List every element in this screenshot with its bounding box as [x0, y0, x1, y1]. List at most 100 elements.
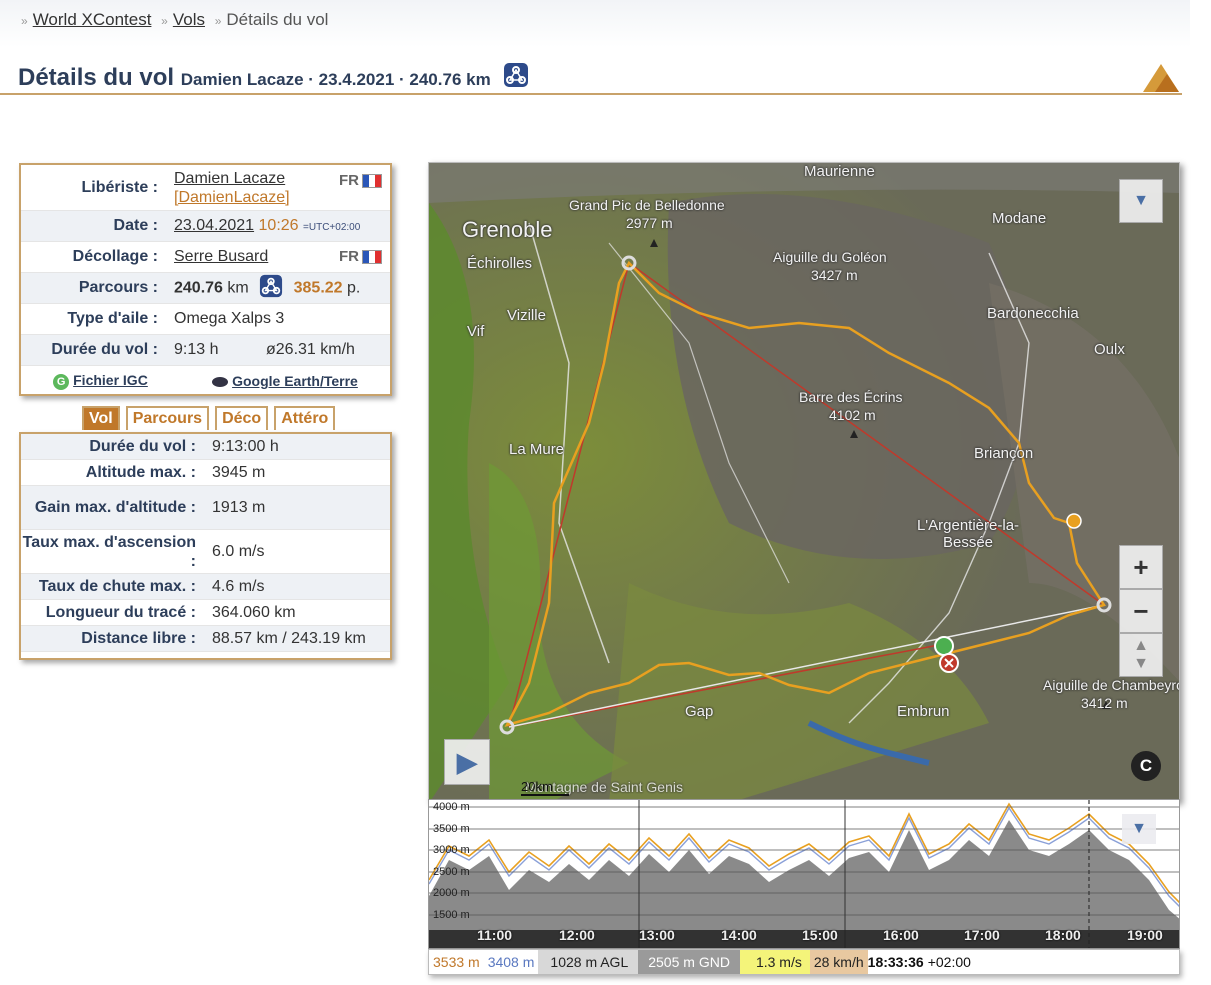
- zoom-in-button[interactable]: +: [1119, 545, 1163, 589]
- stat-row: Taux max. d'ascension : 6.0 m/s: [21, 530, 390, 574]
- map-place: Aiguille de Chambeyron: [1043, 677, 1180, 693]
- map-place: Barre des Écrins: [799, 389, 903, 405]
- map-place: Vif: [467, 323, 485, 340]
- play-icon: ▶: [457, 746, 477, 777]
- altitude-agl: 1028 m AGL: [538, 950, 639, 974]
- alt-axis-label: 4000 m: [433, 801, 470, 813]
- flat-triangle-icon[interactable]: [259, 274, 283, 303]
- stat-row: Durée du vol : 9:13:00 h: [21, 434, 390, 460]
- stat-label: Durée du vol :: [89, 438, 196, 455]
- play-button[interactable]: ▶: [444, 739, 490, 785]
- page-title: Détails du vol Damien Lacaze · 23.4.2021…: [18, 62, 529, 95]
- flat-triangle-icon[interactable]: [503, 62, 529, 95]
- stat-value: 364.060 km: [212, 603, 296, 621]
- status-bar: 3533 m 3408 m 1028 m AGL 2505 m GND 1.3 …: [428, 949, 1180, 975]
- stat-row: Longueur du tracé : 364.060 km: [21, 600, 390, 626]
- igc-file-icon: G: [53, 373, 70, 390]
- map-place: Briançon: [974, 445, 1034, 462]
- stat-label: Gain max. d'altitude :: [34, 499, 196, 516]
- ground-altitude: 2505 m GND: [638, 950, 740, 974]
- alt-axis-label: 3000 m: [433, 844, 470, 856]
- france-flag-icon: [362, 173, 382, 188]
- stat-label: Taux max. d'ascension :: [22, 533, 196, 570]
- launch-time: 10:26: [258, 217, 299, 234]
- tab-vol[interactable]: Vol: [82, 406, 120, 430]
- tab-attero[interactable]: Attéro: [274, 406, 336, 430]
- google-earth-link[interactable]: Google Earth/Terre: [232, 373, 358, 389]
- launch-country: FR: [339, 248, 382, 265]
- glider-value: Omega Xalps 3: [174, 310, 285, 327]
- chevron-down-icon: ▼: [1133, 192, 1149, 209]
- time-axis-label: 13:00: [639, 927, 675, 943]
- utc-offset: =UTC+02:00: [303, 222, 361, 233]
- stat-row: Altitude max. : 3945 m: [21, 460, 390, 486]
- map-place: 3412 m: [1081, 695, 1128, 711]
- altitude-profile[interactable]: 4000 m 3500 m 3000 m 2500 m 2000 m 1500 …: [428, 799, 1180, 949]
- map-place: 4102 m: [829, 407, 876, 423]
- page-title-main: Détails du vol: [18, 63, 175, 91]
- vario-rate: 1.3 m/s: [739, 950, 810, 974]
- igc-file-link[interactable]: Fichier IGC: [73, 372, 148, 388]
- map-scale: 20km: [521, 779, 569, 796]
- alt-axis-label: 2000 m: [433, 887, 470, 899]
- map-place: Embrun: [897, 703, 950, 720]
- google-earth-icon: [212, 377, 229, 388]
- time-axis-label: 16:00: [883, 927, 919, 943]
- stat-row: Gain max. d'altitude : 1913 m: [21, 486, 390, 530]
- zoom-out-button[interactable]: −: [1119, 589, 1163, 633]
- stats-tabs: Vol Parcours Déco Attéro: [82, 406, 336, 430]
- date-row: Date : 23.04.2021 10:26 =UTC+02:00: [21, 211, 390, 242]
- time-axis-label: 19:00: [1127, 927, 1163, 943]
- pilot-row: Libériste : Damien Lacaze [DamienLacaze]…: [21, 165, 390, 211]
- pilot-login-link[interactable]: [DamienLacaze]: [174, 189, 290, 206]
- breadcrumb-world-xcontest[interactable]: World XContest: [33, 10, 152, 29]
- tab-parcours[interactable]: Parcours: [125, 406, 210, 430]
- breadcrumb-current: Détails du vol: [226, 10, 329, 29]
- breadcrumb-sep-icon: »: [214, 14, 222, 28]
- breadcrumb-vols[interactable]: Vols: [173, 10, 205, 29]
- map-place: Aiguille du Goléon: [773, 249, 887, 265]
- profile-options-dropdown[interactable]: ▼: [1122, 814, 1156, 844]
- launch-site-link[interactable]: Serre Busard: [174, 248, 268, 265]
- map-place: Bardonecchia: [987, 305, 1079, 322]
- stat-label: Taux de chute max. :: [38, 578, 196, 595]
- stat-row: Taux de chute max. : 4.6 m/s: [21, 574, 390, 600]
- page-title-sub: Damien Lacaze · 23.4.2021 · 240.76 km: [180, 69, 491, 89]
- stat-label: Distance libre :: [81, 630, 196, 647]
- map-place: 2977 m: [626, 215, 673, 231]
- pilot-value: Damien Lacaze [DamienLacaze] FR: [166, 169, 390, 207]
- stat-label: Altitude max. :: [85, 464, 196, 481]
- alt-axis-label: 2500 m: [433, 866, 470, 878]
- map-place: Grenoble: [462, 217, 553, 242]
- date-link[interactable]: 23.04.2021: [174, 217, 254, 234]
- map-place: Modane: [992, 210, 1047, 227]
- duration-value: 9:13 h: [174, 341, 219, 358]
- map-place: Échirolles: [467, 255, 533, 272]
- time-axis-label: 11:00: [477, 927, 513, 943]
- stat-value: 1913 m: [212, 498, 266, 516]
- pilot-label: Libériste :: [81, 178, 158, 196]
- route-distance: 240.76: [174, 279, 223, 297]
- time-axis-label: 15:00: [802, 927, 838, 943]
- map-place: Maurienne: [804, 163, 875, 180]
- glider-row: Type d'aile : Omega Xalps 3: [21, 304, 390, 335]
- map-place: La Mure: [509, 441, 565, 458]
- baro-altitude: 3408 m: [483, 950, 539, 974]
- route-label: Parcours :: [78, 279, 158, 296]
- tab-deco[interactable]: Déco: [215, 406, 269, 430]
- flight-map[interactable]: Maurienne Grand Pic de Belledonne 2977 m…: [428, 162, 1180, 802]
- map-place: Oulx: [1094, 341, 1125, 358]
- stat-value: 3945 m: [212, 463, 266, 481]
- copyright-icon[interactable]: C: [1131, 751, 1161, 781]
- map-layers-dropdown[interactable]: ▼: [1119, 179, 1163, 223]
- xcontest-logo-icon: [1141, 60, 1181, 99]
- pan-arrows-icon: ▲ ▼: [1133, 637, 1149, 672]
- stat-value: 9:13:00 h: [212, 437, 279, 455]
- title-divider: [0, 93, 1182, 95]
- zoom-slider[interactable]: ▲ ▼: [1119, 633, 1163, 677]
- glider-label: Type d'aile :: [67, 310, 158, 327]
- pilot-name-link[interactable]: Damien Lacaze: [174, 170, 285, 187]
- map-place: Vizille: [507, 307, 546, 324]
- avg-speed: ø26.31 km/h: [266, 341, 355, 358]
- time-axis-label: 17:00: [964, 927, 1000, 943]
